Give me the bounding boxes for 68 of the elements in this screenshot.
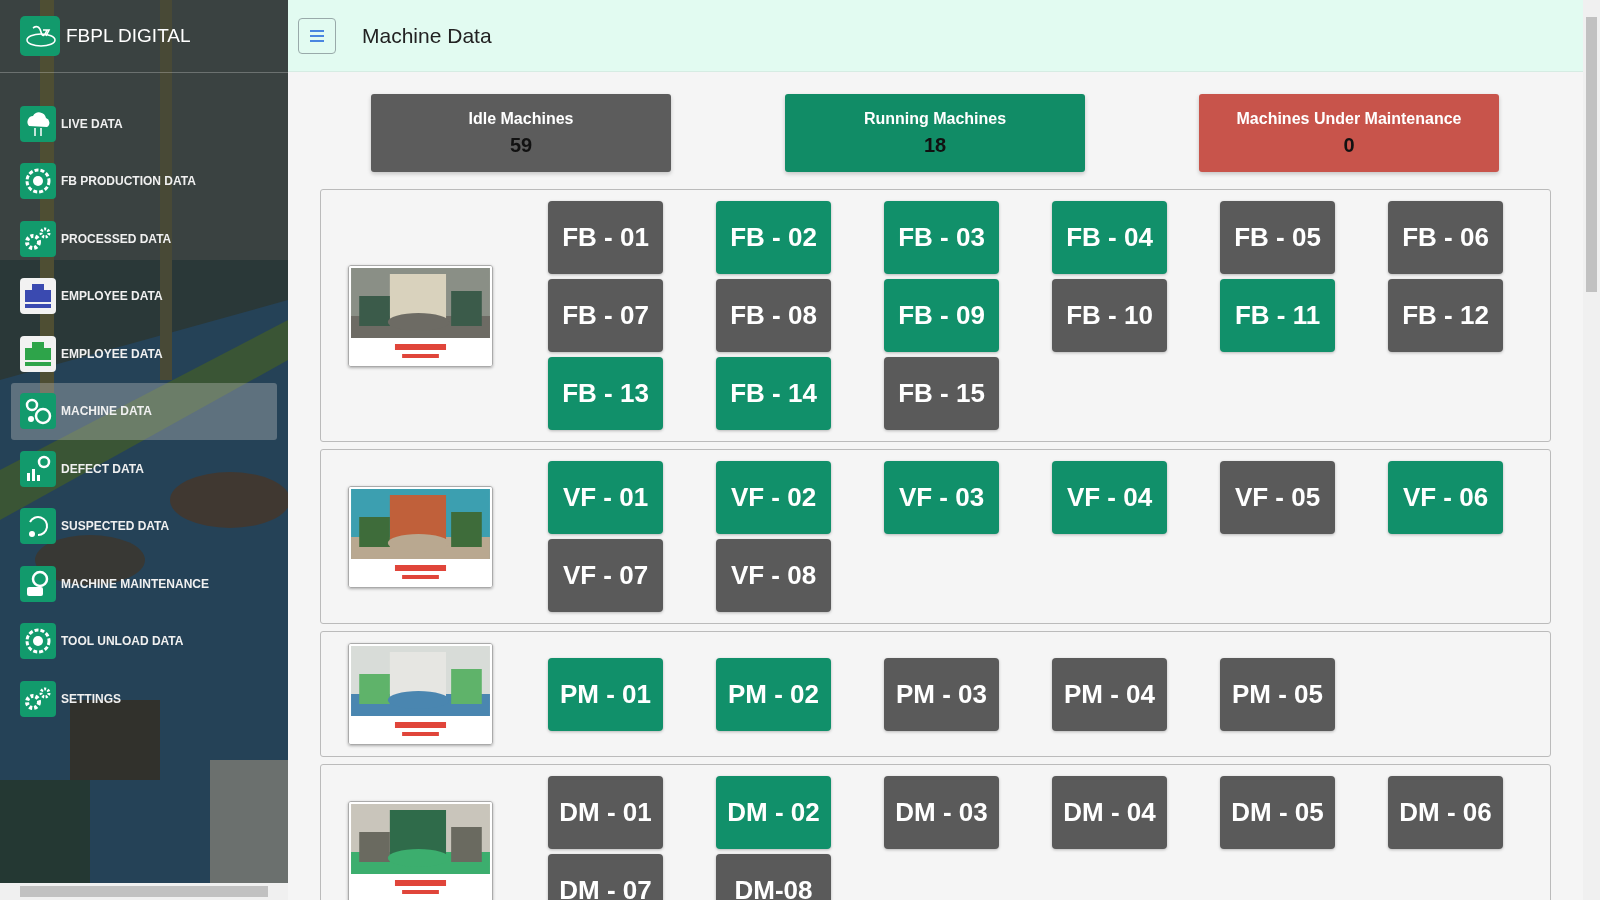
machine-button[interactable]: FB - 13 [548, 357, 663, 430]
machine-button[interactable]: PM - 05 [1220, 657, 1335, 731]
scrollbar[interactable] [1583, 0, 1600, 900]
machine-button[interactable]: DM - 03 [884, 776, 999, 849]
cloud-icon [20, 105, 56, 142]
summary-count: 18 [923, 133, 947, 157]
scrollbar[interactable] [0, 883, 288, 900]
machine-button[interactable]: DM - 06 [1388, 776, 1503, 849]
menu-icon [310, 29, 324, 42]
machine-button[interactable]: VF - 02 [716, 461, 831, 534]
nav-item[interactable]: MACHINE DATA [11, 382, 277, 440]
machine-button[interactable]: DM-08 [716, 854, 831, 900]
machine-button[interactable]: DM - 02 [716, 776, 831, 849]
machine-button[interactable]: PM - 03 [884, 657, 999, 731]
nav-item[interactable]: DEFECT DATA [11, 440, 277, 498]
machine-button[interactable]: VF - 07 [548, 539, 663, 612]
logo-icon [20, 16, 60, 56]
machine-button[interactable]: VF - 01 [548, 461, 663, 534]
machine-button[interactable]: VF - 05 [1220, 461, 1335, 534]
nav-item[interactable]: SUSPECTED DATA [11, 497, 277, 555]
machine-button[interactable]: FB - 08 [716, 279, 831, 352]
machine-button[interactable]: FB - 12 [1388, 279, 1503, 352]
nav-item[interactable]: MACHINE MAINTENANCE [11, 555, 277, 613]
machine-button[interactable]: FB - 14 [716, 357, 831, 430]
machine-button[interactable]: FB - 07 [548, 279, 663, 352]
machine-button[interactable]: FB - 15 [884, 357, 999, 430]
gears-icon [20, 220, 56, 257]
machine-button[interactable]: PM - 01 [548, 657, 663, 731]
nav-item[interactable]: SETTINGS [11, 670, 277, 728]
summary-label: Running Machines [863, 109, 1007, 128]
machine-icon [20, 393, 56, 430]
machine-button[interactable]: DM - 04 [1052, 776, 1167, 849]
machine-button[interactable]: FB - 03 [884, 201, 999, 274]
gear-icon [20, 163, 56, 200]
machine-button[interactable]: DM - 07 [548, 854, 663, 900]
machine-button[interactable]: FB - 06 [1388, 201, 1503, 274]
machine-button[interactable]: FB - 05 [1220, 201, 1335, 274]
summary-count: 59 [509, 133, 533, 157]
nav-item[interactable]: FB PRODUCTION DATA [11, 152, 277, 210]
machine-button[interactable]: FB - 09 [884, 279, 999, 352]
nav-item[interactable]: PROCESSED DATA [11, 210, 277, 268]
machine-button[interactable]: PM - 02 [716, 657, 831, 731]
summary-count: 0 [1343, 133, 1355, 157]
machine-button[interactable]: VF - 03 [884, 461, 999, 534]
machine-button[interactable]: FB - 02 [716, 201, 831, 274]
machine-button[interactable]: VF - 08 [716, 539, 831, 612]
wheel-icon [20, 623, 56, 660]
machine-button[interactable]: VF - 04 [1052, 461, 1167, 534]
summary-label: Idle Machines [468, 109, 574, 128]
chart-icon [20, 450, 56, 487]
machine-button[interactable]: FB - 10 [1052, 279, 1167, 352]
page-title: Machine Data [362, 23, 492, 48]
machine-button[interactable]: FB - 04 [1052, 201, 1167, 274]
nav-item[interactable]: LIVE DATA [11, 95, 277, 153]
summary-label: Machines Under Maintenance [1236, 109, 1462, 128]
machine-button[interactable]: DM - 01 [548, 776, 663, 849]
settings-icon [20, 680, 56, 717]
nav-item[interactable]: TOOL UNLOAD DATA [11, 612, 277, 670]
menu-button[interactable] [298, 17, 336, 54]
machine-button[interactable]: FB - 01 [548, 201, 663, 274]
nav-item[interactable]: EMPLOYEE DATA [11, 267, 277, 325]
machine-button[interactable]: FB - 11 [1220, 279, 1335, 352]
machine-button[interactable]: VF - 06 [1388, 461, 1503, 534]
cycle-icon [20, 508, 56, 545]
machine-button[interactable]: DM - 05 [1220, 776, 1335, 849]
machine-button[interactable]: PM - 04 [1052, 657, 1167, 731]
brand-name: FBPL DIGITAL [66, 25, 191, 47]
nav-item[interactable]: EMPLOYEE DATA [11, 325, 277, 383]
